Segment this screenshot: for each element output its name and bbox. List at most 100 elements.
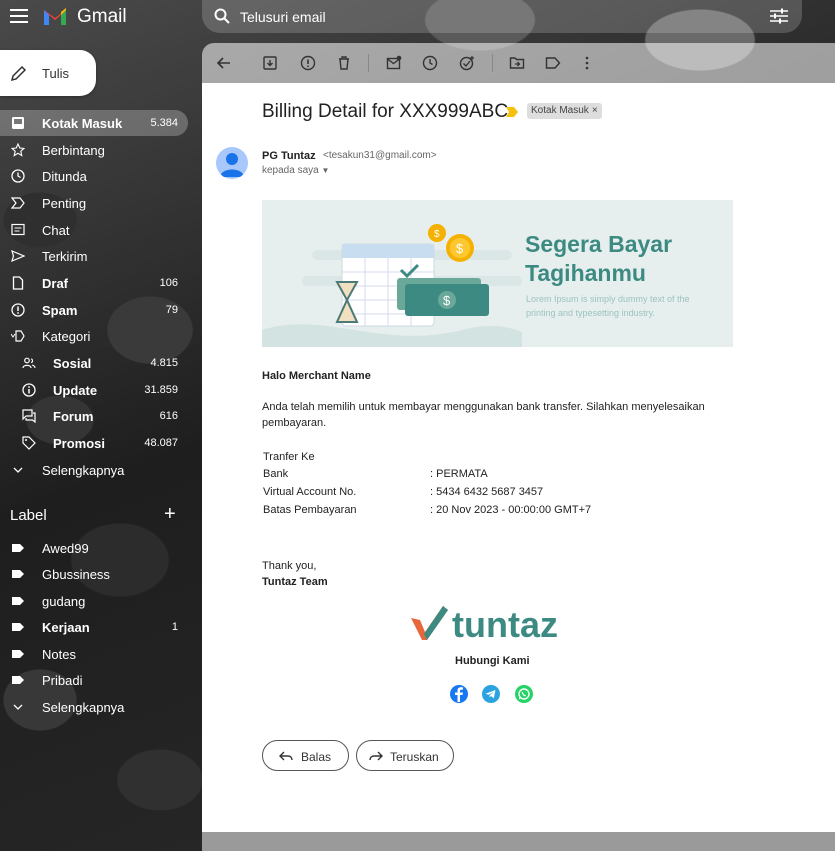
sidebar-label-pribadi[interactable]: Pribadi	[0, 667, 188, 693]
sidebar-label-gudang[interactable]: gudang	[0, 588, 188, 614]
email-subject: Billing Detail for XXX999ABC	[262, 101, 509, 122]
move-to-icon[interactable]	[509, 55, 525, 71]
search-bar[interactable]: Telusuri email	[202, 0, 802, 33]
inbox-label-chip: Kotak Masuk ×	[527, 103, 602, 119]
sidebar-label-notes[interactable]: Notes	[0, 641, 188, 667]
add-label-button[interactable]: +	[164, 503, 176, 526]
svg-text:$: $	[443, 293, 451, 308]
compose-button[interactable]: Tulis	[0, 50, 96, 96]
sidebar-item-sent[interactable]: Terkirim	[0, 243, 188, 269]
detail-key-va: Virtual Account No.	[263, 486, 357, 498]
sidebar-item-updates[interactable]: Update 31.859	[0, 377, 188, 403]
detail-key-bank: Bank	[263, 468, 289, 480]
sidebar-item-drafts[interactable]: Draf 106	[0, 270, 188, 296]
greeting: Halo Merchant Name	[262, 370, 371, 382]
banner-subtitle: Lorem Ipsum is simply dummy text of the …	[526, 294, 690, 318]
star-icon	[11, 143, 25, 157]
more-options-icon[interactable]	[579, 55, 595, 71]
label-icon[interactable]	[545, 55, 561, 71]
search-icon[interactable]	[214, 8, 230, 24]
toolbar-divider	[492, 54, 493, 72]
whatsapp-icon[interactable]	[515, 685, 533, 703]
telegram-icon[interactable]	[482, 685, 500, 703]
spam-icon	[11, 303, 25, 317]
reply-button[interactable]: Balas	[262, 740, 349, 771]
team-signature: Tuntaz Team	[262, 576, 328, 588]
svg-text:$: $	[434, 229, 440, 240]
message-toolbar	[202, 43, 835, 83]
detail-value-bank: : PERMATA	[430, 468, 488, 480]
label-icon	[12, 570, 24, 578]
detail-value-deadline: : 20 Nov 2023 - 00:00:00 GMT+7	[430, 504, 592, 516]
sidebar-item-snoozed[interactable]: Ditunda	[0, 163, 188, 189]
facebook-icon[interactable]	[450, 685, 468, 703]
sidebar-item-starred[interactable]: Berbintang	[0, 137, 188, 163]
add-task-icon[interactable]	[459, 55, 475, 71]
report-spam-icon[interactable]	[300, 55, 316, 71]
forum-icon	[22, 409, 36, 423]
contact-heading: Hubungi Kami	[455, 655, 530, 667]
label-icon	[12, 544, 24, 552]
forward-icon	[369, 751, 383, 761]
label-icon	[12, 623, 24, 631]
sidebar-item-spam[interactable]: Spam 79	[0, 297, 188, 323]
sender-email: <tesakun31@gmail.com>	[323, 150, 437, 161]
sidebar-item-social[interactable]: Sosial 4.815	[0, 350, 188, 376]
sidebar-item-chat[interactable]: Chat	[0, 217, 188, 243]
compose-label: Tulis	[42, 66, 69, 81]
forward-button[interactable]: Teruskan	[356, 740, 454, 771]
back-arrow-icon[interactable]	[216, 55, 232, 71]
sender-name: PG Tuntaz	[262, 150, 316, 162]
send-icon	[11, 249, 25, 263]
pencil-icon	[10, 65, 27, 82]
sidebar-label-kerjaan[interactable]: Kerjaan 1	[0, 614, 188, 640]
snooze-icon[interactable]	[422, 55, 438, 71]
delete-icon[interactable]	[336, 55, 352, 71]
important-icon	[11, 197, 25, 209]
people-icon	[22, 357, 36, 369]
sidebar-item-promotions[interactable]: Promosi 48.087	[0, 430, 188, 456]
sidebar-item-categories[interactable]: Kategori	[0, 323, 188, 349]
chevron-down-icon	[13, 467, 23, 473]
sidebar-labels-more[interactable]: Selengkapnya	[0, 694, 188, 720]
mark-unread-icon[interactable]	[386, 55, 402, 71]
billing-banner: $ $ $ Segera Bayar Tagihanmu Lorem Ipsum…	[262, 200, 733, 347]
sidebar-item-forums[interactable]: Forum 616	[0, 403, 188, 429]
sidebar-label-gbussiness[interactable]: Gbussiness	[0, 561, 188, 587]
important-marker-icon[interactable]	[506, 107, 518, 117]
bottom-background-strip	[202, 832, 835, 851]
sidebar-item-inbox[interactable]: Kotak Masuk 5.384	[0, 110, 188, 136]
app-name: Gmail	[77, 6, 127, 27]
search-options-icon[interactable]	[770, 8, 788, 24]
sidebar-item-important[interactable]: Penting	[0, 190, 188, 216]
remove-label-button[interactable]: ×	[592, 105, 598, 116]
person-icon	[220, 153, 244, 177]
billing-illustration: $ $ $	[262, 224, 522, 347]
search-input[interactable]: Telusuri email	[240, 9, 326, 25]
archive-icon[interactable]	[262, 55, 278, 71]
banner-title: Segera Bayar Tagihanmu	[525, 231, 673, 286]
recipient-details[interactable]: kepada saya ▼	[262, 165, 329, 176]
clock-icon	[11, 169, 25, 183]
tuntaz-logo-icon	[411, 606, 448, 640]
draft-icon	[12, 276, 24, 290]
chevron-down-icon	[13, 704, 23, 710]
top-bar: Gmail Telusuri email	[0, 0, 835, 34]
sender-avatar[interactable]	[216, 147, 248, 179]
tag-icon	[22, 436, 36, 450]
label-icon	[12, 597, 24, 605]
thanks-text: Thank you,	[262, 560, 317, 572]
tuntaz-brand: tuntaz	[452, 604, 558, 645]
labels-heading: Label	[10, 507, 47, 524]
main-menu-icon[interactable]	[10, 9, 28, 23]
sidebar-label-awed99[interactable]: Awed99	[0, 535, 188, 561]
toolbar-divider	[368, 54, 369, 72]
info-icon	[22, 383, 36, 397]
gmail-logo-icon[interactable]	[42, 6, 68, 26]
caret-down-icon: ▼	[321, 166, 330, 175]
message-pane: Billing Detail for XXX999ABC Kotak Masuk…	[202, 83, 835, 832]
sidebar-item-more[interactable]: Selengkapnya	[0, 457, 188, 483]
intro-paragraph: Anda telah memilih untuk membayar menggu…	[262, 401, 705, 429]
reply-icon	[279, 751, 293, 761]
detail-key-deadline: Batas Pembayaran	[263, 504, 357, 516]
